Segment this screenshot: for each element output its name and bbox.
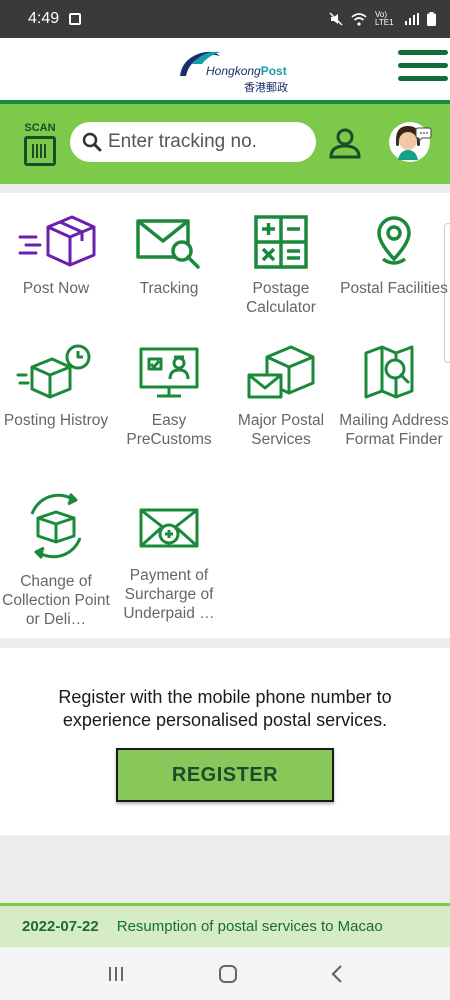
notification-app-icon xyxy=(69,13,82,25)
service-label: Tracking xyxy=(139,280,199,297)
network-label: Vo) LTE1 xyxy=(375,10,394,27)
envelope-search-icon xyxy=(136,219,200,269)
service-postal-facilities[interactable]: Postal Facilities xyxy=(338,215,450,298)
service-label: Easy PreCustoms xyxy=(126,412,212,448)
service-major-postal-services[interactable]: Major Postal Services xyxy=(225,343,337,449)
service-label: Change of Collection Point or Deli… xyxy=(2,573,110,628)
services-grid: Post Now Tracking Postage Calculator Pos… xyxy=(0,193,450,638)
service-postage-calculator[interactable]: Postage Calculator xyxy=(225,215,337,317)
service-label: Postal Facilities xyxy=(340,280,448,297)
register-button[interactable]: REGISTER xyxy=(116,748,334,802)
status-icons: Vo) LTE1 xyxy=(329,11,436,27)
service-label: Postage Calculator xyxy=(246,280,316,316)
news-headline: Resumption of postal services to Macao xyxy=(116,918,383,935)
signal-icon xyxy=(405,13,419,25)
service-label: Major Postal Services xyxy=(237,412,325,448)
customer-service-avatar-icon[interactable] xyxy=(389,122,432,162)
service-post-now[interactable]: Post Now xyxy=(0,215,112,298)
hamburger-menu-icon[interactable] xyxy=(398,50,448,94)
back-icon[interactable] xyxy=(330,964,344,984)
service-label: Payment of Surcharge of Underpaid … xyxy=(123,567,215,622)
news-ticker[interactable]: 2022-07-22 Resumption of postal services… xyxy=(0,903,450,947)
service-mailing-address-format-finder[interactable]: Mailing Address Format Finder xyxy=(338,343,450,449)
wifi-icon xyxy=(351,12,367,26)
system-nav-bar xyxy=(0,947,450,1000)
search-band: SCAN xyxy=(0,100,450,184)
location-pin-icon xyxy=(377,216,411,265)
battery-icon xyxy=(427,12,436,26)
envelope-coin-icon xyxy=(139,508,199,548)
recent-apps-icon[interactable] xyxy=(106,965,126,983)
scan-label: SCAN xyxy=(24,122,56,134)
service-tracking[interactable]: Tracking xyxy=(113,215,225,298)
app-header: HongkongPost 香港郵政 xyxy=(0,38,450,100)
search-icon xyxy=(82,132,102,152)
service-label: Mailing Address Format Finder xyxy=(339,412,449,448)
monitor-officer-icon xyxy=(139,347,199,398)
logo-chinese: 香港郵政 xyxy=(244,82,288,94)
user-account-icon[interactable] xyxy=(328,126,362,160)
tracking-search-box[interactable] xyxy=(70,122,316,162)
calculator-icon xyxy=(254,215,308,269)
register-card: Register with the mobile phone number to… xyxy=(0,648,450,835)
service-posting-history[interactable]: Posting Histroy xyxy=(0,343,112,430)
home-icon[interactable] xyxy=(218,964,238,984)
barcode-scan-icon xyxy=(24,136,56,166)
parcel-cycle-icon xyxy=(30,492,82,560)
mail-parcel-icon xyxy=(247,345,315,399)
news-date: 2022-07-22 xyxy=(22,918,99,935)
tracking-number-input[interactable] xyxy=(108,131,298,153)
status-time: 4:49 xyxy=(28,10,60,27)
register-message: Register with the mobile phone number to… xyxy=(58,687,392,730)
hongkong-post-logo[interactable]: HongkongPost 香港郵政 xyxy=(176,46,296,94)
logo-wordmark: HongkongPost xyxy=(206,64,287,78)
service-label: Posting Histroy xyxy=(3,412,109,429)
service-easy-precustoms[interactable]: Easy PreCustoms xyxy=(113,343,225,449)
mute-icon xyxy=(329,12,343,26)
service-label: Post Now xyxy=(22,280,90,297)
map-search-icon xyxy=(364,345,414,399)
service-change-of-collection-point[interactable]: Change of Collection Point or Deli… xyxy=(0,488,112,629)
service-payment-of-surcharge[interactable]: Payment of Surcharge of Underpaid … xyxy=(113,498,225,623)
parcel-clock-icon xyxy=(16,344,91,399)
scan-button[interactable]: SCAN xyxy=(22,122,58,170)
status-bar: 4:49 Vo) LTE1 xyxy=(0,0,450,38)
parcel-box-icon xyxy=(18,215,96,267)
